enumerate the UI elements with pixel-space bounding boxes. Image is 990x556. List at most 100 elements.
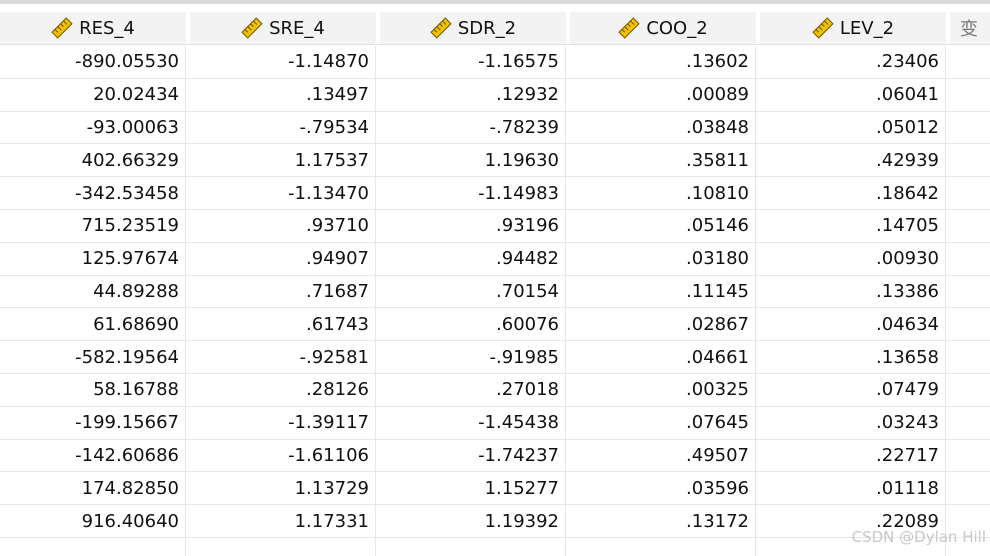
- table-cell[interactable]: 58.16788: [0, 373, 186, 406]
- table-cell[interactable]: .03180: [570, 242, 756, 275]
- table-cell-partial[interactable]: [950, 243, 990, 275]
- table-cell[interactable]: .23406: [760, 46, 946, 78]
- table-cell[interactable]: .06041: [760, 78, 946, 111]
- table-cell-partial[interactable]: [950, 276, 990, 308]
- table-cell[interactable]: .00089: [570, 78, 756, 111]
- table-cell[interactable]: 1.17331: [190, 505, 376, 537]
- table-cell[interactable]: [570, 537, 756, 556]
- table-cell[interactable]: .22717: [760, 439, 946, 472]
- table-cell[interactable]: 1.19392: [380, 505, 566, 537]
- table-cell[interactable]: 174.82850: [0, 472, 186, 505]
- table-cell[interactable]: -1.13470: [190, 177, 376, 209]
- table-cell[interactable]: .93196: [380, 209, 566, 242]
- table-cell[interactable]: 916.40640: [0, 505, 186, 537]
- table-cell[interactable]: 20.02434: [0, 78, 186, 111]
- table-cell[interactable]: 1.19630: [380, 144, 566, 177]
- table-cell[interactable]: .49507: [570, 439, 756, 472]
- table-cell[interactable]: .00930: [760, 242, 946, 275]
- table-cell[interactable]: 1.13729: [190, 472, 376, 505]
- table-cell[interactable]: -1.14870: [190, 46, 376, 78]
- table-cell[interactable]: 125.97674: [0, 242, 186, 275]
- table-cell[interactable]: .04661: [570, 341, 756, 373]
- table-cell-partial[interactable]: [950, 79, 990, 111]
- table-cell[interactable]: .12932: [380, 78, 566, 111]
- table-cell[interactable]: 715.23519: [0, 209, 186, 242]
- table-cell[interactable]: .13172: [570, 505, 756, 537]
- table-cell[interactable]: -.78239: [380, 111, 566, 144]
- column-header-sre4[interactable]: SRE_4: [190, 12, 376, 44]
- table-cell[interactable]: .04634: [760, 308, 946, 341]
- table-cell-partial[interactable]: [950, 177, 990, 209]
- table-cell[interactable]: .13602: [570, 46, 756, 78]
- table-cell-partial[interactable]: [950, 308, 990, 340]
- table-cell[interactable]: .03848: [570, 111, 756, 144]
- table-cell[interactable]: .11145: [570, 275, 756, 308]
- table-cell[interactable]: .05012: [760, 111, 946, 144]
- table-cell[interactable]: .07645: [570, 406, 756, 439]
- table-cell[interactable]: .18642: [760, 177, 946, 209]
- table-cell[interactable]: .14705: [760, 209, 946, 242]
- table-cell-partial[interactable]: [950, 210, 990, 242]
- table-cell[interactable]: .71687: [190, 275, 376, 308]
- table-cell[interactable]: .61743: [190, 308, 376, 341]
- table-cell[interactable]: .60076: [380, 308, 566, 341]
- table-cell[interactable]: -582.19564: [0, 341, 186, 373]
- table-cell-partial[interactable]: [950, 472, 990, 504]
- column-header-partial[interactable]: 变: [950, 12, 990, 44]
- table-cell[interactable]: .13497: [190, 78, 376, 111]
- table-cell-partial[interactable]: [950, 112, 990, 144]
- table-cell-partial[interactable]: [950, 144, 990, 176]
- table-cell[interactable]: .93710: [190, 209, 376, 242]
- table-cell[interactable]: .00325: [570, 373, 756, 406]
- table-cell[interactable]: -93.00063: [0, 111, 186, 144]
- table-cell[interactable]: .07479: [760, 373, 946, 406]
- table-cell[interactable]: -199.15667: [0, 406, 186, 439]
- table-cell[interactable]: .13386: [760, 275, 946, 308]
- table-cell-partial[interactable]: [950, 46, 990, 78]
- table-cell[interactable]: -.92581: [190, 341, 376, 373]
- table-cell[interactable]: -.79534: [190, 111, 376, 144]
- table-cell[interactable]: -1.74237: [380, 439, 566, 472]
- table-cell[interactable]: .94907: [190, 242, 376, 275]
- table-cell[interactable]: 402.66329: [0, 144, 186, 177]
- table-cell[interactable]: -1.61106: [190, 439, 376, 472]
- table-cell-partial[interactable]: [950, 407, 990, 439]
- table-cell[interactable]: -1.39117: [190, 406, 376, 439]
- table-cell[interactable]: 1.17537: [190, 144, 376, 177]
- table-cell[interactable]: .05146: [570, 209, 756, 242]
- column-header-res4[interactable]: RES_4: [0, 12, 186, 44]
- table-cell-partial[interactable]: [950, 374, 990, 406]
- table-cell[interactable]: .35811: [570, 144, 756, 177]
- table-cell[interactable]: .28126: [190, 373, 376, 406]
- table-cell[interactable]: -1.14983: [380, 177, 566, 209]
- table-cell[interactable]: [380, 537, 566, 556]
- table-cell[interactable]: .03596: [570, 472, 756, 505]
- table-cell[interactable]: [0, 537, 186, 556]
- table-cell[interactable]: .03243: [760, 406, 946, 439]
- column-header-sdr2[interactable]: SDR_2: [380, 12, 566, 44]
- table-cell[interactable]: -1.16575: [380, 46, 566, 78]
- table-cell[interactable]: .01118: [760, 472, 946, 505]
- table-cell[interactable]: -142.60686: [0, 439, 186, 472]
- table-cell[interactable]: -342.53458: [0, 177, 186, 209]
- column-header-lev2[interactable]: LEV_2: [760, 12, 946, 44]
- table-cell[interactable]: .02867: [570, 308, 756, 341]
- table-cell[interactable]: 61.68690: [0, 308, 186, 341]
- table-cell[interactable]: .70154: [380, 275, 566, 308]
- table-cell[interactable]: .13658: [760, 341, 946, 373]
- table-cell[interactable]: 44.89288: [0, 275, 186, 308]
- table-cell[interactable]: .10810: [570, 177, 756, 209]
- table-cell[interactable]: -.91985: [380, 341, 566, 373]
- table-cell[interactable]: 1.15277: [380, 472, 566, 505]
- table-cell[interactable]: -1.45438: [380, 406, 566, 439]
- table-cell[interactable]: .27018: [380, 373, 566, 406]
- table-row: 125.97674.94907.94482.03180.00930: [0, 242, 990, 276]
- table-cell[interactable]: .94482: [380, 242, 566, 275]
- ruler-icon: [51, 17, 73, 39]
- table-cell-partial[interactable]: [950, 341, 990, 373]
- column-header-coo2[interactable]: COO_2: [570, 12, 756, 44]
- table-cell-partial[interactable]: [950, 440, 990, 472]
- table-cell[interactable]: [190, 537, 376, 556]
- table-cell[interactable]: .42939: [760, 144, 946, 177]
- table-cell[interactable]: -890.05530: [0, 46, 186, 78]
